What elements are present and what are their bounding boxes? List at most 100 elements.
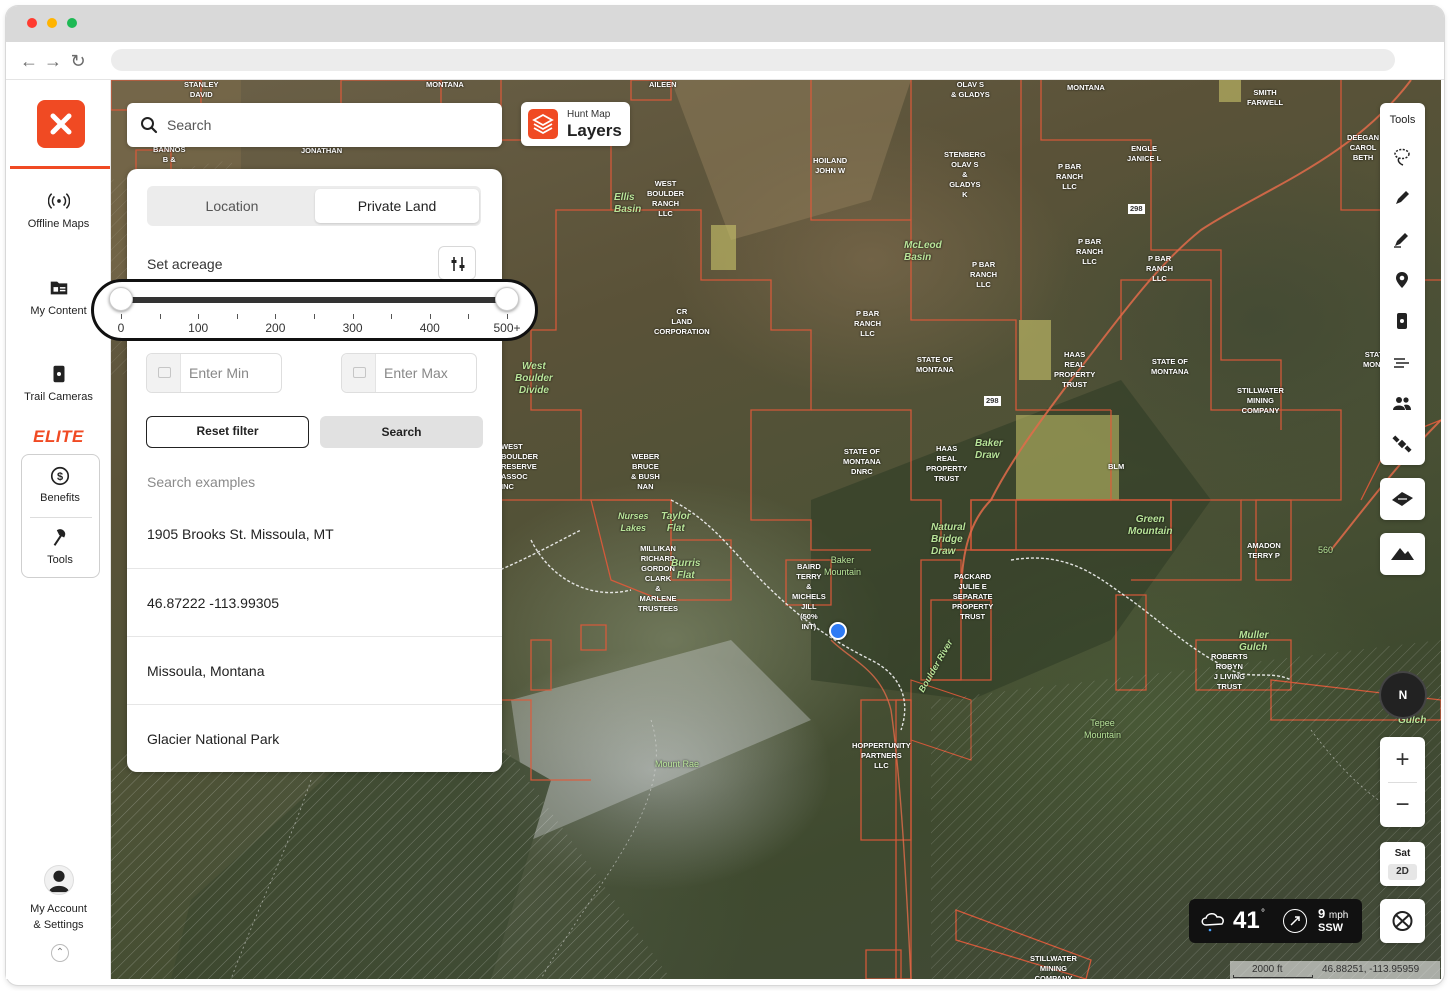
sidebar-item-offline-maps[interactable]: Offline Maps xyxy=(6,190,111,230)
elite-menu: $ Benefits Tools xyxy=(21,454,100,578)
people-icon[interactable] xyxy=(1392,393,1412,413)
basemap-toggle[interactable]: Sat 2D xyxy=(1380,842,1425,886)
3d-terrain-button[interactable] xyxy=(1380,478,1425,520)
map-label: ROBERTS ROBYN J LIVING TRUST xyxy=(1211,652,1248,691)
slider-tick-label: 500+ xyxy=(493,321,521,335)
maximize-window-icon[interactable] xyxy=(67,18,77,28)
place-name: Baker Draw xyxy=(975,438,1003,461)
filter-toggle-button[interactable] xyxy=(438,246,476,280)
map-label: P BAR RANCH LLC xyxy=(970,260,998,289)
terrain-mode-button[interactable] xyxy=(1380,533,1425,575)
chevron-up-icon[interactable]: ⌃ xyxy=(51,944,69,962)
onx-logo[interactable] xyxy=(37,100,85,148)
search-input[interactable] xyxy=(167,115,487,135)
place-name: Green Mountain xyxy=(1128,514,1173,537)
list-item[interactable]: Missoula, Montana xyxy=(127,636,502,704)
min-acreage-field xyxy=(146,353,282,393)
slider-tick-label: 0 xyxy=(117,321,125,335)
slider-tick xyxy=(391,314,393,319)
map-label: AILEEN xyxy=(649,80,677,89)
map-label: OLAV S & GLADYS xyxy=(951,80,990,99)
tab-private-land[interactable]: Private Land xyxy=(315,189,479,223)
map-label: WEBER BRUCE & BUSH NAN xyxy=(631,452,660,491)
min-acreage-input[interactable] xyxy=(189,364,279,382)
logo-underline xyxy=(10,166,110,169)
map-label: HAAS REAL PROPERTY TRUST xyxy=(926,444,968,483)
locate-me-button[interactable] xyxy=(1380,899,1425,943)
zoom-in-button[interactable]: + xyxy=(1380,737,1425,782)
basemap-label: Sat xyxy=(1394,848,1411,859)
waypoint-pin-icon[interactable] xyxy=(1392,270,1412,290)
layers-button[interactable]: Hunt Map Layers xyxy=(521,102,630,146)
map-label: WEST BOULDER RESERVE ASSOC INC xyxy=(501,442,539,491)
sidebar-item-benefits[interactable]: $ Benefits xyxy=(22,465,98,504)
marker-pen-icon[interactable] xyxy=(1392,229,1412,249)
list-item[interactable]: 1905 Brooks St. Missoula, MT xyxy=(127,500,502,568)
forward-arrow-icon[interactable]: → xyxy=(42,50,64,72)
max-acreage-input[interactable] xyxy=(384,364,474,382)
sidebar-item-label: Benefits xyxy=(40,492,80,504)
slider-tick xyxy=(429,314,431,319)
map-label: STATE OF MONTANA DNRC xyxy=(843,447,881,476)
temperature-value: 41 xyxy=(1233,907,1260,934)
search-icon xyxy=(141,117,158,134)
map-label: STENBERG OLAV S & GLADYS K xyxy=(944,150,986,199)
sidebar-item-account[interactable]: My Account & Settings xyxy=(6,865,111,933)
slider-tick-label: 200 xyxy=(265,321,286,335)
place-name: Taylor Flat xyxy=(661,511,691,534)
weather-widget[interactable]: 41 ° 9 mph SSW xyxy=(1189,899,1362,943)
compass-button[interactable]: N xyxy=(1381,673,1425,717)
acreage-unit-icon xyxy=(342,354,376,392)
trail-camera-icon[interactable] xyxy=(1392,311,1412,331)
avatar-icon xyxy=(43,865,74,895)
layers-icon xyxy=(528,109,558,139)
zoom-out-button[interactable]: − xyxy=(1380,782,1425,827)
list-item[interactable]: 46.87222 -113.99305 xyxy=(127,568,502,636)
tools-icon xyxy=(53,529,66,546)
sidebar-item-tools[interactable]: Tools xyxy=(22,527,98,566)
list-item[interactable]: Glacier National Park xyxy=(127,704,502,772)
map-label: MONTANA xyxy=(1067,83,1105,92)
wind-speed-unit: mph xyxy=(1328,910,1349,921)
map-label: P BAR RANCH LLC xyxy=(1056,162,1084,191)
example-text: Missoula, Montana xyxy=(147,663,265,679)
crosshair-icon xyxy=(1392,911,1413,931)
dollar-icon: $ xyxy=(50,466,70,486)
map-label: HOILAND JOHN W xyxy=(813,156,848,175)
back-arrow-icon[interactable]: ← xyxy=(18,50,40,72)
slider-track[interactable] xyxy=(121,297,507,303)
pen-icon[interactable] xyxy=(1392,188,1412,208)
scale-bar: 2000 ft 46.88251, -113.95959 xyxy=(1230,961,1440,979)
sliders-icon xyxy=(451,257,465,271)
reset-filter-button[interactable]: Reset filter xyxy=(146,416,309,448)
map-label: DEEGAN CAROL BETH xyxy=(1347,133,1380,162)
wind-icon[interactable] xyxy=(1392,352,1412,372)
map-tilt-icon xyxy=(1392,492,1413,506)
close-window-icon[interactable] xyxy=(27,18,37,28)
wind-direction: SSW xyxy=(1318,922,1344,934)
scale-value: 2000 ft xyxy=(1252,964,1283,975)
place-name: West Boulder Divide xyxy=(515,361,553,396)
search-button[interactable]: Search xyxy=(320,416,483,448)
slider-max-handle[interactable] xyxy=(495,287,519,311)
place-name: Tepee Mountain xyxy=(1084,718,1122,740)
example-text: 46.87222 -113.99305 xyxy=(147,595,280,611)
tab-location[interactable]: Location xyxy=(150,189,314,223)
scale-line xyxy=(1233,975,1313,978)
minimize-window-icon[interactable] xyxy=(47,18,57,28)
search-bar xyxy=(127,103,502,147)
highway-shield: 298 xyxy=(984,396,1001,406)
map-label: STILLWATER MINING COMPANY xyxy=(1237,386,1284,415)
slider-tick xyxy=(507,314,508,319)
lasso-icon[interactable] xyxy=(1392,147,1412,167)
sidebar-item-trail-cameras[interactable]: Trail Cameras xyxy=(6,363,111,403)
address-bar[interactable] xyxy=(111,49,1395,71)
mountain-icon xyxy=(1391,548,1414,560)
satellite-icon[interactable] xyxy=(1392,434,1412,454)
place-name: 560 xyxy=(1318,545,1334,555)
place-name: Ellis Basin xyxy=(614,192,642,215)
slider-min-handle[interactable] xyxy=(109,287,133,311)
reload-icon[interactable]: ↻ xyxy=(67,50,89,72)
map-label: STANLEY DAVID xyxy=(184,80,219,99)
slider-tick-label: 300 xyxy=(342,321,363,335)
